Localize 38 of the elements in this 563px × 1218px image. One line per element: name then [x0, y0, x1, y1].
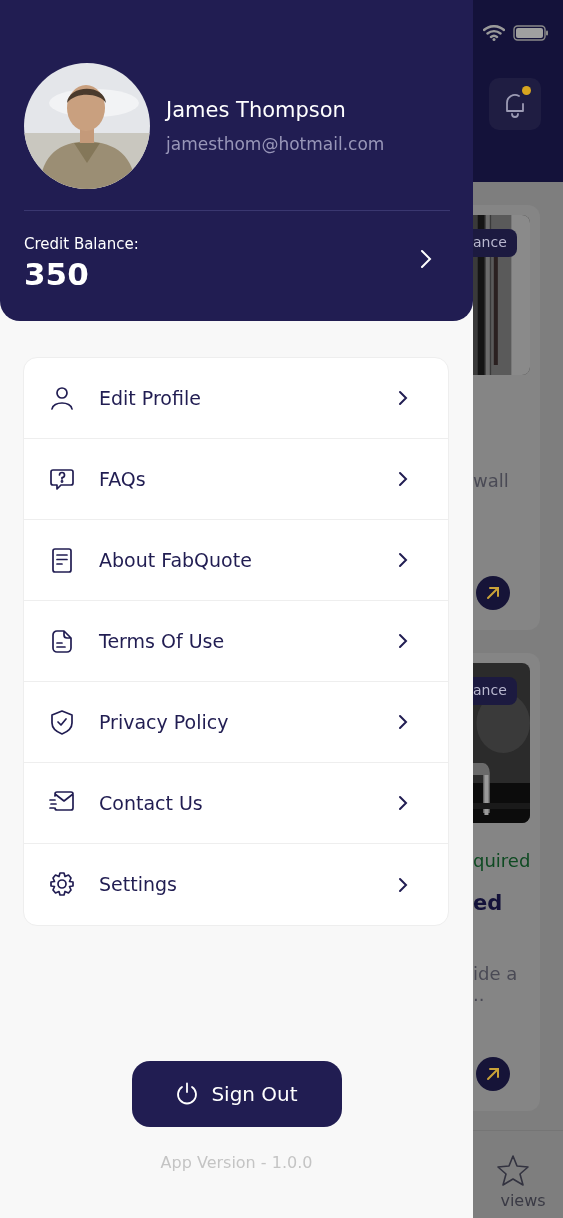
credit-label: Credit Balance:	[24, 234, 139, 255]
open-button[interactable]	[476, 1057, 510, 1091]
document-icon	[49, 546, 75, 574]
card-description: wall	[473, 469, 510, 493]
user-email: jamesthom@hotmail.com	[166, 133, 385, 156]
notification-button[interactable]	[489, 78, 541, 130]
open-button[interactable]	[476, 576, 510, 610]
menu-item[interactable]: About FabQuote	[24, 520, 448, 601]
menu-item[interactable]: Settings	[24, 844, 448, 925]
arrow-up-right-icon	[485, 585, 501, 601]
chevron-right-icon	[398, 390, 408, 406]
menu-item[interactable]: Contact Us	[24, 763, 448, 844]
settings-icon	[49, 871, 75, 898]
menu-item[interactable]: Edit Profile	[24, 358, 448, 439]
shield-check-icon	[49, 708, 75, 736]
category-tag: ance	[473, 677, 517, 705]
chevron-right-icon	[398, 714, 408, 730]
person-icon	[49, 384, 75, 412]
credit-value: 350	[24, 255, 90, 293]
category-tag: ance	[473, 229, 517, 257]
status-text: quired	[473, 849, 530, 873]
file-icon	[49, 627, 75, 655]
chevron-right-icon	[398, 633, 408, 649]
arrow-up-right-icon	[485, 1066, 501, 1082]
battery-icon	[513, 24, 549, 42]
chevron-right-icon	[398, 876, 408, 893]
card-title: ed	[473, 890, 504, 917]
chevron-right-icon[interactable]	[420, 248, 432, 269]
chevron-right-icon	[398, 795, 408, 811]
user-name: James Thompson	[166, 96, 347, 124]
sign-out-button[interactable]: Sign Out	[131, 1061, 342, 1127]
chevron-right-icon	[398, 552, 408, 568]
wifi-icon	[483, 25, 505, 41]
menu-item[interactable]: Privacy Policy	[24, 682, 448, 763]
menu-item[interactable]: FAQs	[24, 439, 448, 520]
menu-item[interactable]: Terms Of Use	[24, 601, 448, 682]
chevron-right-icon	[398, 471, 408, 487]
power-icon	[175, 1082, 200, 1106]
